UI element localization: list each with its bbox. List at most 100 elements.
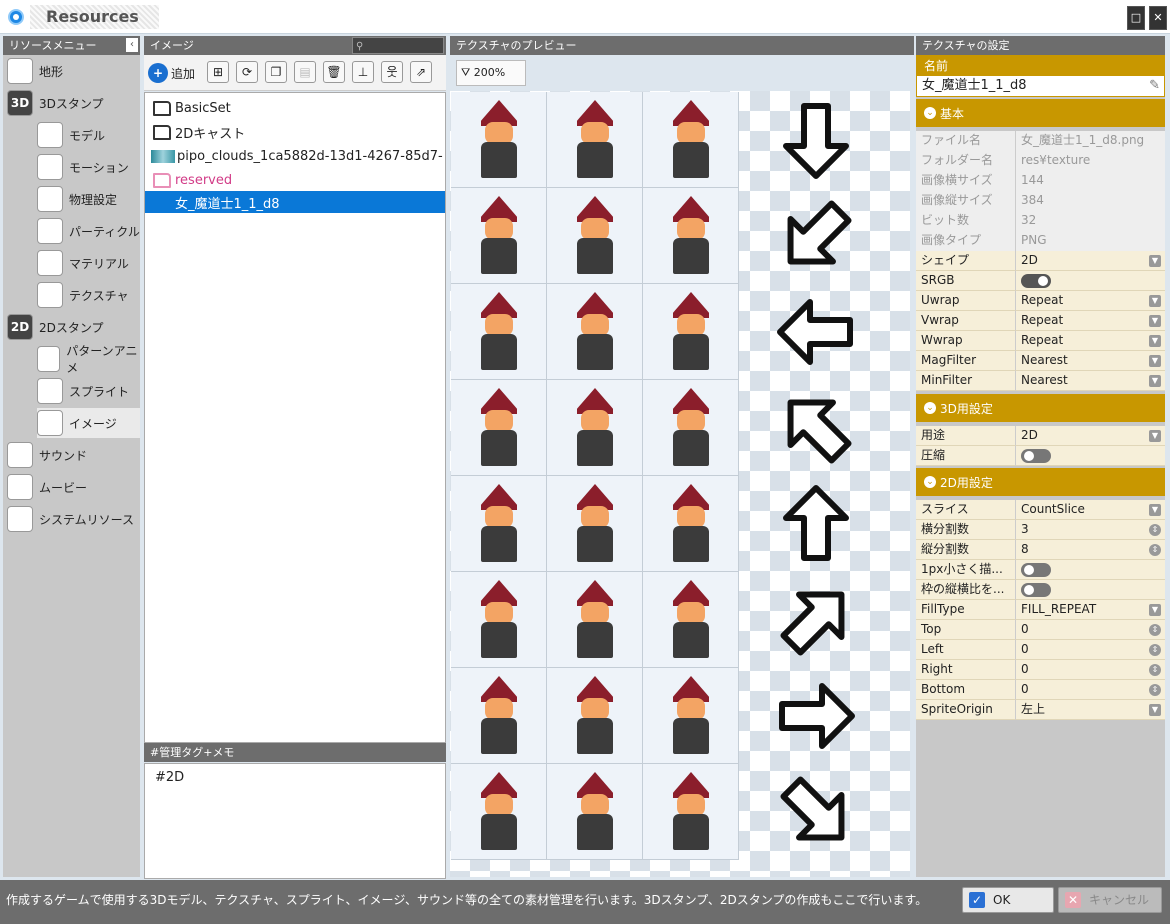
spinner-icon[interactable]: ⇕ xyxy=(1149,544,1161,556)
prop-row-edit-1[interactable]: SRGB xyxy=(916,271,1165,291)
maximize-button[interactable]: □ xyxy=(1127,6,1145,30)
nav-item-7[interactable]: テクスチャ xyxy=(37,280,140,310)
prop-row-2d-0[interactable]: スライス CountSlice ▼ xyxy=(916,500,1165,520)
dropdown-arrow-icon[interactable]: ▼ xyxy=(1149,504,1161,516)
ok-button[interactable]: ✓ OK xyxy=(962,887,1054,913)
person-icon[interactable]: 웃 xyxy=(381,61,403,83)
prop-value[interactable]: 0 ⇕ xyxy=(1016,660,1165,680)
prop-value[interactable]: 0 ⇕ xyxy=(1016,640,1165,660)
prop-value[interactable]: FILL_REPEAT ▼ xyxy=(1016,600,1165,620)
spinner-icon[interactable]: ⇕ xyxy=(1149,644,1161,656)
prop-row-2d-9[interactable]: Bottom 0 ⇕ xyxy=(916,680,1165,700)
prop-value[interactable]: 2D ▼ xyxy=(1016,251,1165,271)
prop-value[interactable]: Repeat ▼ xyxy=(1016,291,1165,311)
prop-value[interactable]: Repeat ▼ xyxy=(1016,311,1165,331)
spinner-icon[interactable]: ⇕ xyxy=(1149,664,1161,676)
toggle-switch[interactable] xyxy=(1021,274,1051,288)
prop-value[interactable] xyxy=(1016,580,1165,600)
nav-item-11[interactable]: イメージ xyxy=(37,408,140,438)
dropdown-arrow-icon[interactable]: ▼ xyxy=(1149,375,1161,387)
nav-item-6[interactable]: マテリアル xyxy=(37,248,140,278)
prop-value[interactable] xyxy=(1016,446,1165,466)
nav-item-13[interactable]: ムービー xyxy=(7,472,140,502)
export-folder-icon[interactable]: ⇗ xyxy=(410,61,432,83)
section-basic[interactable]: ⌄ 基本 xyxy=(916,99,1165,127)
nav-item-14[interactable]: システムリソース xyxy=(7,504,140,534)
close-button[interactable]: ✕ xyxy=(1149,6,1167,30)
dropdown-arrow-icon[interactable]: ▼ xyxy=(1149,295,1161,307)
tree-folder-basicset[interactable]: BasicSet xyxy=(153,97,231,119)
stamp-icon[interactable]: ⊥ xyxy=(352,61,374,83)
tree-folder-2dcast[interactable]: 2Dキャスト xyxy=(153,121,245,143)
name-input[interactable]: 女_魔道士1_1_d8 ✎ xyxy=(916,75,1165,97)
toggle-switch[interactable] xyxy=(1021,449,1051,463)
prop-row-edit-3[interactable]: Vwrap Repeat ▼ xyxy=(916,311,1165,331)
prop-value[interactable]: 0 ⇕ xyxy=(1016,620,1165,640)
prop-value[interactable] xyxy=(1016,271,1165,291)
prop-row-2d-8[interactable]: Right 0 ⇕ xyxy=(916,660,1165,680)
prop-row-2d-1[interactable]: 横分割数 3 ⇕ xyxy=(916,520,1165,540)
prop-row-2d-2[interactable]: 縦分割数 8 ⇕ xyxy=(916,540,1165,560)
tree-item-clouds[interactable]: pipo_clouds_1ca5882d-13d1-4267-85d7- xyxy=(151,145,443,167)
prop-row-edit-0[interactable]: シェイプ 2D ▼ xyxy=(916,251,1165,271)
prop-row-2d-6[interactable]: Top 0 ⇕ xyxy=(916,620,1165,640)
spinner-icon[interactable]: ⇕ xyxy=(1149,524,1161,536)
nav-item-8[interactable]: 2D 2Dスタンプ xyxy=(7,312,140,342)
prop-row-2d-4[interactable]: 枠の縦横比を... xyxy=(916,580,1165,600)
zoom-control[interactable]: ⛛ 200% xyxy=(456,60,526,86)
nav-item-4[interactable]: 物理設定 xyxy=(37,184,140,214)
memo-text[interactable]: #2D xyxy=(144,763,446,879)
prop-row-edit-6[interactable]: MinFilter Nearest ▼ xyxy=(916,371,1165,391)
prop-value[interactable]: 8 ⇕ xyxy=(1016,540,1165,560)
prop-row-3d-0[interactable]: 用途 2D ▼ xyxy=(916,426,1165,446)
prop-value[interactable] xyxy=(1016,560,1165,580)
prop-value[interactable]: 3 ⇕ xyxy=(1016,520,1165,540)
paste-icon[interactable]: ▤ xyxy=(294,61,316,83)
prop-value[interactable]: Repeat ▼ xyxy=(1016,331,1165,351)
add-button[interactable]: + 追加 xyxy=(148,61,195,85)
spinner-icon[interactable]: ⇕ xyxy=(1149,684,1161,696)
texture-canvas[interactable] xyxy=(450,91,910,877)
toggle-switch[interactable] xyxy=(1021,583,1051,597)
prop-value[interactable]: 0 ⇕ xyxy=(1016,680,1165,700)
prop-row-3d-1[interactable]: 圧縮 xyxy=(916,446,1165,466)
section-2d[interactable]: ⌄ 2D用設定 xyxy=(916,468,1165,496)
cancel-button[interactable]: ✕ キャンセル xyxy=(1058,887,1162,913)
spinner-icon[interactable]: ⇕ xyxy=(1149,624,1161,636)
prop-value[interactable]: 2D ▼ xyxy=(1016,426,1165,446)
prop-value[interactable]: Nearest ▼ xyxy=(1016,371,1165,391)
copy-icon[interactable]: ❐ xyxy=(265,61,287,83)
section-3d[interactable]: ⌄ 3D用設定 xyxy=(916,394,1165,422)
add-folder-icon[interactable]: ⊞ xyxy=(207,61,229,83)
nav-item-9[interactable]: パターンアニメ xyxy=(37,344,140,375)
dropdown-arrow-icon[interactable]: ▼ xyxy=(1149,255,1161,267)
prop-row-edit-5[interactable]: MagFilter Nearest ▼ xyxy=(916,351,1165,371)
prop-row-2d-10[interactable]: SpriteOrigin 左上 ▼ xyxy=(916,700,1165,720)
nav-item-0[interactable]: 地形 xyxy=(7,56,140,86)
dropdown-arrow-icon[interactable]: ▼ xyxy=(1149,604,1161,616)
edit-pencil-icon[interactable]: ✎ xyxy=(1149,76,1160,96)
prop-value[interactable]: Nearest ▼ xyxy=(1016,351,1165,371)
nav-item-5[interactable]: パーティクル xyxy=(37,216,140,246)
tree-item-selected-image[interactable]: 女_魔道士1_1_d8 xyxy=(145,191,445,213)
prop-row-2d-5[interactable]: FillType FILL_REPEAT ▼ xyxy=(916,600,1165,620)
dropdown-arrow-icon[interactable]: ▼ xyxy=(1149,704,1161,716)
nav-item-10[interactable]: スプライト xyxy=(37,376,140,406)
collapse-icon[interactable]: ‹ xyxy=(126,38,138,52)
nav-item-1[interactable]: 3D 3Dスタンプ xyxy=(7,88,140,118)
delete-icon[interactable]: 🗑 xyxy=(323,61,345,83)
prop-row-2d-3[interactable]: 1px小さく描... xyxy=(916,560,1165,580)
dropdown-arrow-icon[interactable]: ▼ xyxy=(1149,355,1161,367)
tree-folder-reserved[interactable]: reserved xyxy=(153,169,232,191)
dropdown-arrow-icon[interactable]: ▼ xyxy=(1149,315,1161,327)
prop-value[interactable]: CountSlice ▼ xyxy=(1016,500,1165,520)
dropdown-arrow-icon[interactable]: ▼ xyxy=(1149,335,1161,347)
dropdown-arrow-icon[interactable]: ▼ xyxy=(1149,430,1161,442)
nav-item-2[interactable]: モデル xyxy=(37,120,140,150)
refresh-icon[interactable]: ⟳ xyxy=(236,61,258,83)
prop-row-edit-4[interactable]: Wwrap Repeat ▼ xyxy=(916,331,1165,351)
search-input[interactable]: ⚲ xyxy=(352,37,444,54)
toggle-switch[interactable] xyxy=(1021,563,1051,577)
prop-row-edit-2[interactable]: Uwrap Repeat ▼ xyxy=(916,291,1165,311)
prop-row-2d-7[interactable]: Left 0 ⇕ xyxy=(916,640,1165,660)
